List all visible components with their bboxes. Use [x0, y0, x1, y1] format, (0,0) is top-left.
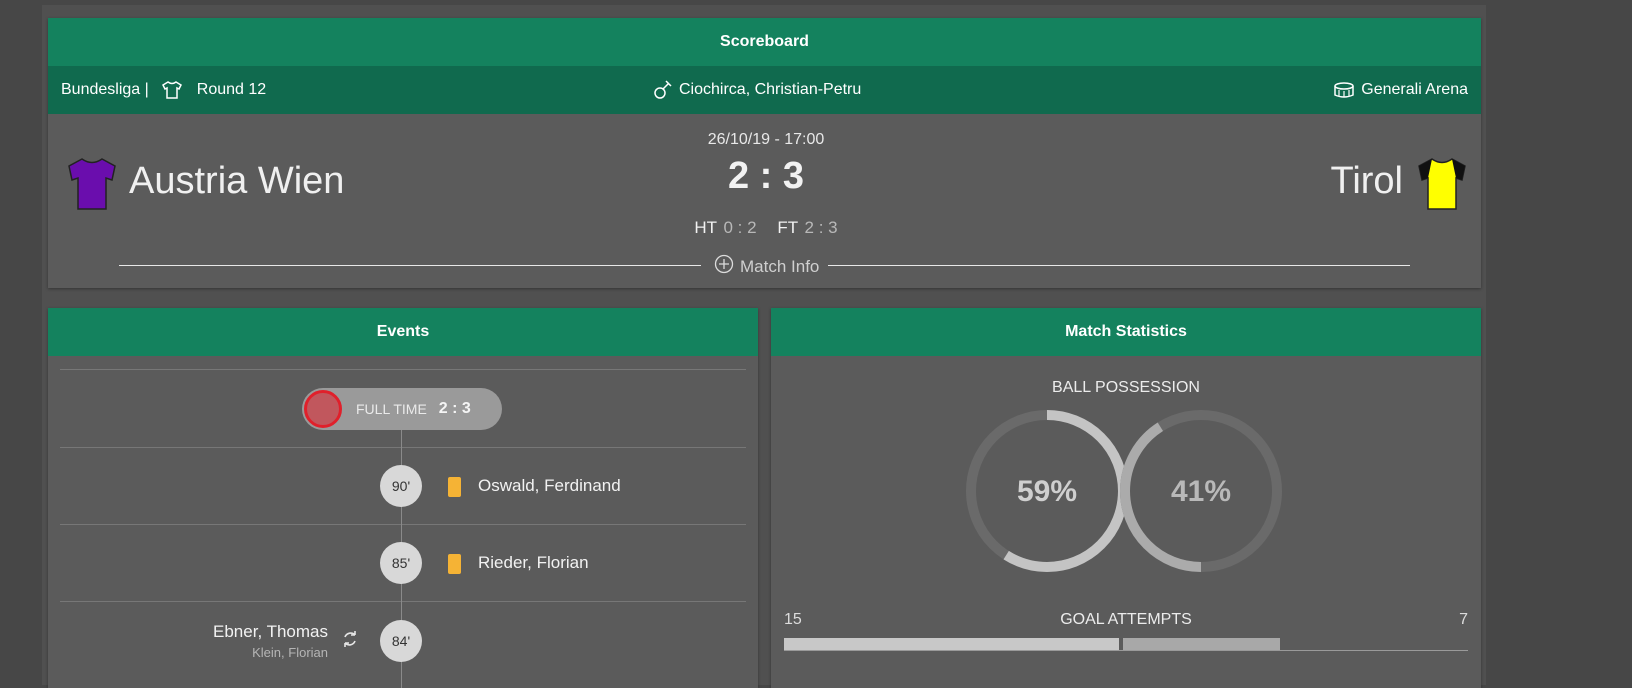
events-divider — [60, 601, 746, 602]
events-divider — [60, 524, 746, 525]
event-player[interactable]: Rieder, Florian — [478, 553, 589, 573]
ft-score: 2 : 3 — [804, 218, 838, 237]
ht-label: HT — [694, 218, 717, 237]
stadium-icon — [1333, 79, 1355, 101]
full-time-dot-icon — [304, 390, 342, 428]
away-possession-value: 41% — [1170, 475, 1232, 508]
league-label: Bundesliga | — [61, 81, 149, 98]
stats-title: Match Statistics — [1065, 323, 1187, 340]
substitution-icon — [341, 630, 359, 653]
scoreboard-card: Scoreboard Bundesliga | Round 12 Ciochir… — [48, 18, 1481, 288]
events-header: Events — [48, 308, 758, 356]
scoreboard-header: Scoreboard — [48, 18, 1481, 66]
period-scores: HT 0 : 2 FT 2 : 3 — [0, 218, 1532, 238]
event-minute: 84' — [380, 620, 422, 662]
goal-attempts-label: GOAL ATTEMPTS — [1060, 611, 1192, 628]
ft-label: FT — [777, 218, 798, 237]
stats-header: Match Statistics — [771, 308, 1481, 356]
plus-circle-icon — [714, 254, 734, 279]
stats-card: Match Statistics BALL POSSESSION 59% 41%… — [771, 308, 1481, 688]
venue-name: Generali Arena — [1361, 81, 1468, 98]
events-divider — [60, 369, 746, 370]
yellow-card-icon — [448, 477, 461, 497]
final-score: 2 : 3 — [727, 155, 805, 197]
events-card: Events FULL TIME 2 : 3 90' Oswald, Ferdi… — [48, 308, 758, 688]
round-label: Round 12 — [196, 81, 267, 98]
match-info-divider-right — [828, 265, 1410, 266]
goal-attempts-away-value: 7 — [1459, 611, 1468, 628]
substitution-player-in[interactable]: Ebner, Thomas — [213, 622, 328, 642]
home-possession-value: 59% — [1016, 475, 1078, 508]
full-time-pill: FULL TIME 2 : 3 — [302, 388, 502, 430]
yellow-card-icon — [448, 554, 461, 574]
match-datetime: 26/10/19 - 17:00 — [707, 131, 825, 148]
shirt-icon — [161, 79, 183, 101]
goal-attempts-baseline — [784, 650, 1468, 651]
scoreboard-title: Scoreboard — [720, 33, 809, 50]
full-time-label: FULL TIME — [356, 401, 427, 417]
ht-score: 0 : 2 — [723, 218, 757, 237]
event-minute: 90' — [380, 465, 422, 507]
match-info-divider-left — [119, 265, 701, 266]
possession-label: BALL POSSESSION — [1052, 379, 1200, 396]
events-title: Events — [376, 323, 430, 340]
match-meta-bar: Bundesliga | Round 12 Ciochirca, Christi… — [48, 66, 1481, 114]
event-minute: 85' — [380, 542, 422, 584]
events-divider — [60, 447, 746, 448]
match-info-toggle[interactable]: Match Info — [714, 254, 819, 279]
goal-attempts-home-bar — [784, 638, 1120, 650]
substitution-player-out[interactable]: Klein, Florian — [252, 645, 328, 660]
whistle-icon — [651, 79, 673, 101]
referee-name: Ciochirca, Christian-Petru — [679, 81, 862, 98]
goal-attempts-away-bar — [1123, 638, 1280, 650]
event-player[interactable]: Oswald, Ferdinand — [478, 476, 621, 496]
match-info-label: Match Info — [740, 256, 820, 276]
full-time-score: 2 : 3 — [438, 400, 471, 417]
